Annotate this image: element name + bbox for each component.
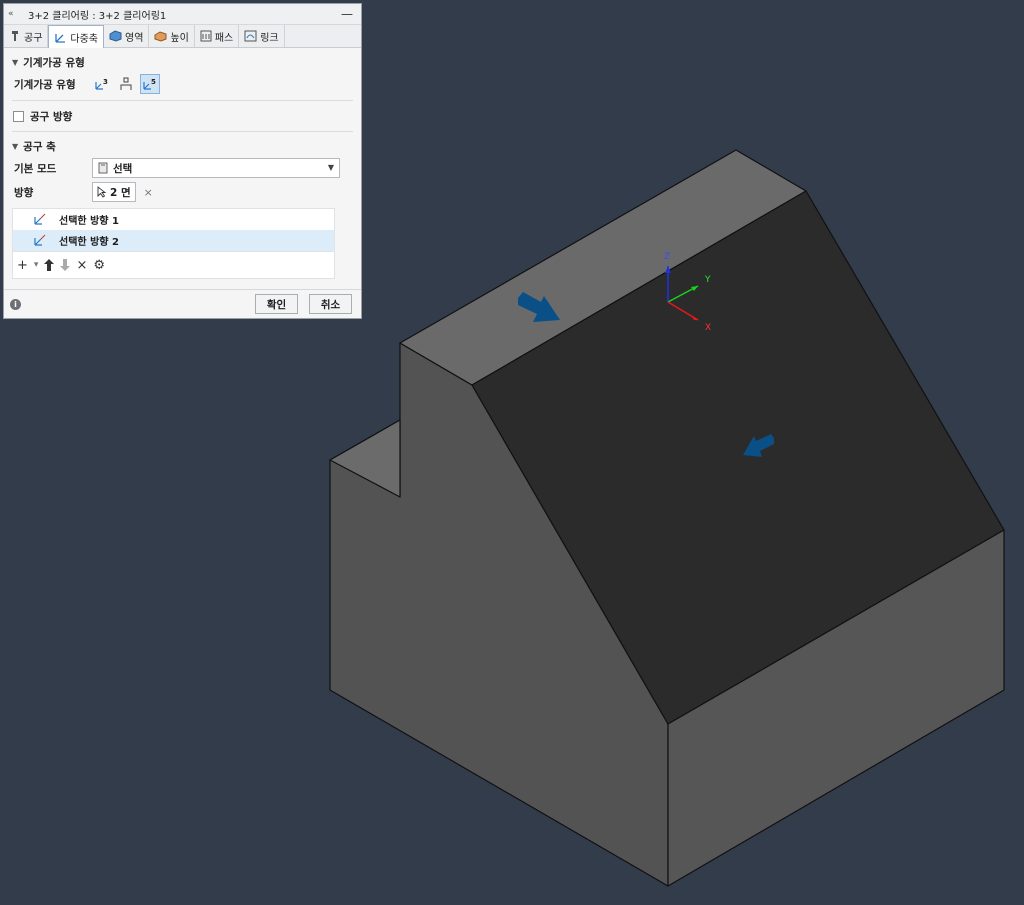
expand-triangle-icon: ▼ [12,57,19,67]
height-icon [154,31,167,42]
add-button[interactable]: + [17,258,28,273]
collapse-panel-button[interactable]: « [8,9,22,19]
tab-label: 패스 [214,32,234,44]
delete-button[interactable]: × [76,258,87,273]
tab-label: 공구 [24,32,43,44]
tool-orientation-button[interactable] [116,74,136,94]
move-down-button[interactable] [60,259,71,271]
tool-orientation-icon [120,77,132,90]
direction-pick-button[interactable]: 2 면 [92,182,136,202]
machining-type-label: 기계가공 유형 [14,78,76,91]
panel-title: 3+2 클리어링 : 3+2 클리어링1 [28,10,167,22]
machining-type-row: 기계가공 유형 3 5 [4,72,361,96]
section-title: 기계가공 유형 [23,56,85,69]
multi-axis-icon [55,34,66,43]
tab-heights[interactable]: 높이 [149,25,195,47]
tab-label: 다중축 [70,33,99,45]
arrow-down-icon [60,259,71,271]
section-machining-type[interactable]: ▼ 기계가공 유형 [4,52,361,72]
section-tool-axis[interactable]: ▼ 공구 축 [4,136,361,156]
tool-orientation-checkbox[interactable] [13,110,24,122]
tool-orientation-label: 공구 방향 [30,110,73,123]
divider [12,131,353,132]
expand-triangle-icon: ▼ [12,141,19,151]
list-item-label: 선택한 방향 1 [59,216,119,227]
five-axis-button[interactable]: 5 [140,74,160,94]
direction-row: 방향 2 면 × [4,180,361,204]
svg-text:5: 5 [151,78,156,86]
default-mode-label: 기본 모드 [14,162,57,175]
list-item-label: 선택한 방향 2 [59,237,119,248]
tab-label: 영역 [125,32,144,44]
tab-bar: 공구 다중축 영역 높이 패스 링크 [4,25,361,48]
operation-panel: « 3+2 클리어링 : 3+2 클리어링1 — 공구 다중축 영역 높이 패스… [3,3,362,319]
direction-icon [34,234,46,246]
arrow-up-icon [44,259,55,271]
add-dropdown-button[interactable]: ▾ [34,260,39,270]
tab-linking[interactable]: 링크 [239,25,285,47]
cancel-button[interactable]: 취소 [309,294,352,314]
chevron-down-icon: ▼ [327,163,334,172]
y-label: Y [704,275,711,285]
tab-label: 링크 [260,32,279,44]
linking-icon [244,30,257,42]
move-up-button[interactable] [44,259,55,271]
divider [12,100,353,101]
list-item[interactable]: 선택한 방향 2 [13,230,334,251]
settings-gear-button[interactable]: ⚙ [93,258,105,273]
tab-multi-axis[interactable]: 다중축 [48,25,105,48]
ok-button[interactable]: 확인 [255,294,298,314]
tab-tool[interactable]: 공구 [4,25,49,47]
list-item[interactable]: 선택한 방향 1 [13,209,334,230]
list-toolbar: + ▾ × ⚙ [12,252,335,279]
direction-icon [34,213,46,225]
passes-icon [200,30,212,42]
geometry-icon [109,30,122,42]
direction-count: 2 면 [110,186,131,199]
clear-selection-button[interactable]: × [144,186,153,199]
direction-list: 선택한 방향 1 선택한 방향 2 [12,208,335,252]
default-mode-select[interactable]: 선택 ▼ [92,158,340,178]
three-axis-button[interactable]: 3 [92,74,112,94]
tab-passes[interactable]: 패스 [195,25,240,47]
tool-orientation-row: 공구 방향 [4,105,361,127]
default-mode-row: 기본 모드 선택 ▼ [4,156,361,180]
five-axis-icon: 5 [143,78,156,90]
tab-geometry[interactable]: 영역 [104,25,150,47]
x-label: X [705,323,711,333]
minimize-button[interactable]: — [341,7,353,21]
cursor-pointer-icon [97,186,107,198]
mode-icon [98,162,108,174]
tab-label: 높이 [170,32,189,44]
tool-icon [12,31,18,41]
panel-footer: i 확인 취소 [4,289,361,318]
info-icon[interactable]: i [10,298,21,310]
panel-titlebar: « 3+2 클리어링 : 3+2 클리어링1 — [4,4,361,25]
direction-label: 방향 [14,186,34,199]
z-label: Z [664,252,670,262]
three-axis-icon: 3 [95,78,108,90]
section-title: 공구 축 [23,140,56,153]
svg-text:3: 3 [103,78,108,86]
default-mode-value: 선택 [113,162,133,175]
